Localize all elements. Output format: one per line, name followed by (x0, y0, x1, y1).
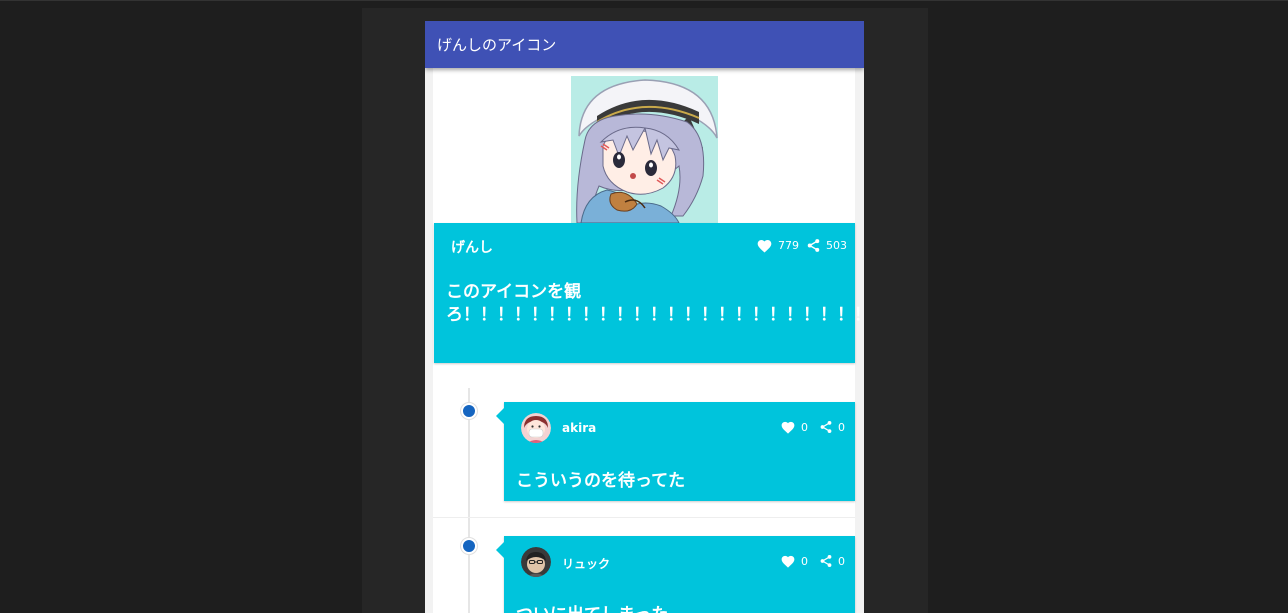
comment-like-button[interactable]: 0 (780, 420, 808, 434)
timeline-dot (461, 538, 477, 554)
main-post-card: げんし 779 503 このアイコンを観ろ！！！！！！！！！！！！！！！！！！！… (434, 223, 864, 363)
comment-like-count: 0 (801, 420, 808, 434)
comment-card: akira 0 0 こういうのを待ってた (496, 402, 855, 501)
heart-icon (781, 421, 795, 434)
timeline-dot (461, 403, 477, 419)
share-icon (820, 421, 832, 433)
heart-icon (781, 555, 795, 568)
post-detail[interactable]: げんし 779 503 このアイコンを観ろ！！！！！！！！！！！！！！！！！！！… (433, 68, 864, 613)
comment-timeline-line (468, 388, 470, 613)
comment-share-button[interactable]: 0 (819, 420, 845, 434)
anime-character-illustration (571, 76, 718, 223)
comment-share-button[interactable]: 0 (819, 554, 845, 568)
post-author-name[interactable]: げんし (451, 237, 493, 257)
top-divider (0, 0, 1288, 1)
share-icon (807, 239, 820, 252)
user-avatar-ryukku (521, 547, 551, 577)
comment-like-count: 0 (801, 554, 808, 568)
comment-card: リュック 0 0 つい (496, 536, 855, 613)
comment-author-name[interactable]: リュック (562, 555, 610, 572)
comment-author-name[interactable]: akira (562, 421, 596, 435)
avatar[interactable] (521, 413, 551, 443)
heart-icon (757, 240, 772, 253)
comment-share-count: 0 (838, 554, 845, 568)
post-share-button[interactable]: 503 (806, 238, 847, 253)
avatar[interactable] (521, 547, 551, 577)
app-bar-title: げんしのアイコン (437, 36, 557, 54)
user-avatar-akira (521, 413, 551, 443)
post-like-count: 779 (778, 239, 799, 252)
comment-divider (433, 517, 855, 518)
post-share-count: 503 (826, 239, 847, 252)
post-artwork-image (571, 76, 718, 223)
comment-body-text: こういうのを待ってた (516, 471, 686, 491)
viewport-background: げんしのアイコン げんし 779 503 このアイコンを観ろ！！！！！！！！！！… (0, 0, 1288, 613)
share-icon (820, 555, 832, 567)
post-like-button[interactable]: 779 (756, 238, 799, 253)
comment-like-button[interactable]: 0 (780, 554, 808, 568)
app-bar: げんしのアイコン (425, 21, 864, 68)
comment-body-text: ついに出てしまった、、、、 (516, 600, 711, 613)
app-window: げんしのアイコン げんし 779 503 このアイコンを観ろ！！！！！！！！！！… (425, 21, 864, 613)
comment-share-count: 0 (838, 420, 845, 434)
post-body-text: このアイコンを観ろ！！！！！！！！！！！！！！！！！！！！！！！！！ (446, 282, 864, 325)
